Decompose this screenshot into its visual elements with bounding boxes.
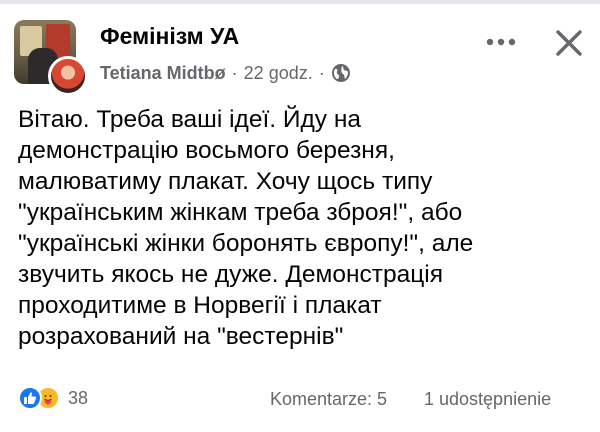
post-timestamp[interactable]: 22 godz. <box>244 63 313 84</box>
group-name-link[interactable]: Фемінізм УА <box>100 22 239 50</box>
globe-icon <box>331 63 351 83</box>
more-horizontal-icon[interactable] <box>484 30 518 54</box>
comments-count-link[interactable]: Komentarze: 5 <box>270 389 387 410</box>
top-divider <box>0 0 600 4</box>
author-avatar[interactable] <box>48 56 88 96</box>
post-body-text: Вітаю. Треба ваші ідеї. Йду на демонстра… <box>18 106 474 350</box>
meta-separator: · <box>318 62 325 83</box>
like-icon <box>18 386 42 410</box>
post-header: Фемінізм УА Tetiana Midtbø · 22 godz. · <box>0 8 600 96</box>
reactions-summary[interactable]: 38 <box>18 386 88 410</box>
post-footer: 38 Komentarze: 5 1 udostępnienie <box>0 384 600 416</box>
close-icon[interactable] <box>552 26 586 60</box>
avatar-group[interactable] <box>14 20 88 96</box>
meta-separator: · <box>231 62 238 83</box>
shares-count-link[interactable]: 1 udostępnienie <box>424 389 551 410</box>
reaction-count: 38 <box>68 387 89 408</box>
post-meta: Tetiana Midtbø · 22 godz. · <box>100 60 351 86</box>
author-name-link[interactable]: Tetiana Midtbø <box>100 63 226 84</box>
